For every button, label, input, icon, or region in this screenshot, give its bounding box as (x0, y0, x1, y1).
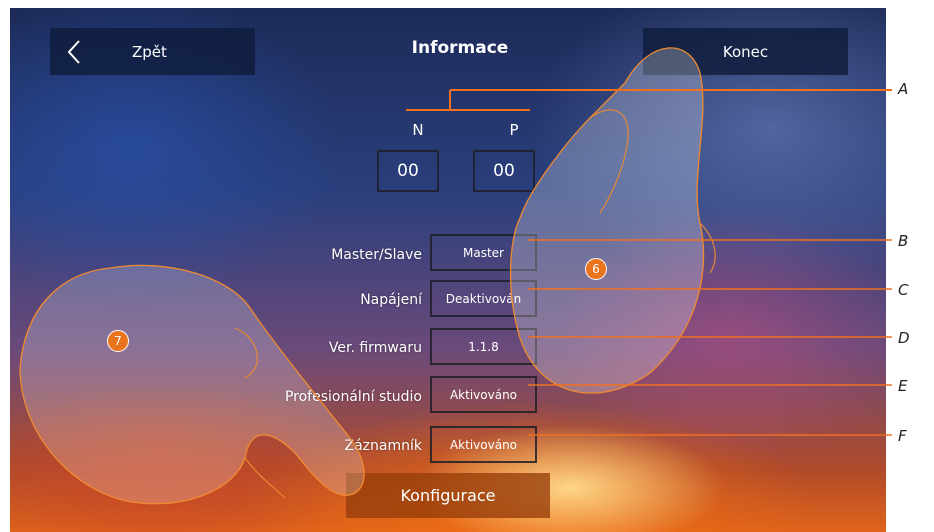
callout-label-a: A (898, 80, 909, 98)
callout-label-b: B (898, 232, 909, 250)
callout-label-f: F (898, 427, 907, 445)
callout-label-e: E (898, 377, 908, 395)
callout-label-d: D (898, 329, 910, 347)
callout-label-c: C (898, 281, 909, 299)
callout-lines (406, 89, 892, 436)
